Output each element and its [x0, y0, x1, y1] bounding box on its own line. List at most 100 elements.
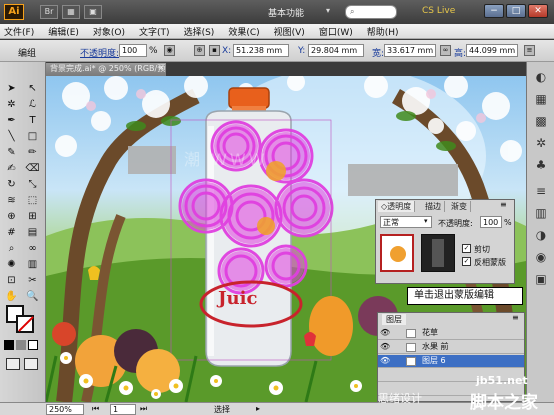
swatches-panel-icon[interactable]: ▩ — [531, 112, 551, 130]
slice-tool-icon[interactable]: ✂ — [24, 274, 41, 288]
scale-tool-icon[interactable]: ⤡ — [24, 178, 41, 192]
restore-button[interactable]: □ — [506, 4, 526, 18]
menu-view[interactable]: 视图(V) — [274, 25, 305, 38]
y-field[interactable]: 29.804 mm — [308, 44, 364, 57]
stroke-swatch[interactable] — [16, 315, 34, 333]
pencil-tool-icon[interactable]: ✏ — [24, 146, 41, 160]
menu-edit[interactable]: 编辑(E) — [48, 25, 79, 38]
layer-name[interactable]: 图层 6 — [422, 355, 446, 367]
eraser-tool-icon[interactable]: ⌫ — [24, 162, 41, 176]
screen-mode-icon[interactable]: ▣ — [84, 5, 102, 19]
mask-thumbnail[interactable] — [421, 234, 455, 272]
minimize-button[interactable]: − — [484, 4, 504, 18]
gradient-panel-icon[interactable]: ▥ — [531, 204, 551, 222]
width-field[interactable]: 33.617 mm — [384, 44, 436, 57]
blend-mode-chevron-icon[interactable]: ▾ — [424, 217, 428, 225]
color-mode-icon[interactable] — [4, 340, 14, 350]
transparency-panel-icon[interactable]: ◑ — [531, 226, 551, 244]
gradient-tool-icon[interactable]: ▤ — [24, 226, 41, 240]
stroke-panel-icon[interactable]: ≡ — [531, 182, 551, 200]
color-guide-icon[interactable]: ▦ — [531, 90, 551, 108]
shape-builder-tool-icon[interactable]: ⊕ — [3, 210, 20, 224]
height-field[interactable]: 44.099 mm — [466, 44, 518, 57]
tab-transparency[interactable]: ◇透明度 — [378, 201, 416, 212]
menu-type[interactable]: 文字(T) — [139, 25, 170, 38]
bridge-icon[interactable]: Br — [40, 5, 58, 19]
visibility-eye-icon[interactable]: 👁 — [380, 327, 390, 339]
more-options-icon[interactable]: ≡ — [524, 45, 535, 56]
column-graph-tool-icon[interactable]: ▥ — [24, 258, 41, 272]
status-arrow-icon[interactable]: ▸ — [256, 404, 260, 413]
menu-select[interactable]: 选择(S) — [184, 25, 215, 38]
transform-icon[interactable]: ⊕ — [194, 45, 205, 56]
zoom-tool-icon[interactable]: 🔍 — [24, 290, 41, 304]
none-mode-icon[interactable] — [28, 340, 38, 350]
cs-live-button[interactable]: CS Live — [422, 6, 455, 16]
mesh-tool-icon[interactable]: # — [3, 226, 20, 240]
symbol-sprayer-tool-icon[interactable]: ✺ — [3, 258, 20, 272]
rectangle-tool-icon[interactable]: □ — [24, 130, 41, 144]
arrange-documents-icon[interactable]: ▦ — [62, 5, 80, 19]
rotate-tool-icon[interactable]: ↻ — [3, 178, 20, 192]
screen-mode-tool-icon[interactable] — [24, 358, 38, 370]
appearance-panel-icon[interactable]: ◉ — [531, 248, 551, 266]
zoom-field[interactable]: 250% — [46, 404, 84, 415]
symbols-panel-icon[interactable]: ♣ — [531, 156, 551, 174]
close-tab-icon[interactable]: × — [158, 63, 165, 72]
blob-brush-tool-icon[interactable]: ✍ — [3, 162, 20, 176]
lasso-tool-icon[interactable]: ℒ — [24, 98, 41, 112]
opacity-field-panel[interactable]: 100 — [480, 216, 502, 228]
visibility-eye-icon[interactable]: 👁 — [380, 341, 390, 353]
layer-row[interactable]: 👁 水果 前 — [378, 341, 524, 354]
panel-menu-icon[interactable]: ≡ — [500, 200, 507, 209]
invert-mask-checkbox[interactable]: ✓ — [462, 257, 471, 266]
eyedropper-tool-icon[interactable]: ⌕ — [3, 242, 20, 256]
artwork-thumbnail[interactable] — [380, 234, 414, 272]
layer-row-selected[interactable]: 👁 图层 6 — [378, 355, 524, 368]
paintbrush-tool-icon[interactable]: ✎ — [3, 146, 20, 160]
blend-tool-icon[interactable]: ∞ — [24, 242, 41, 256]
menu-help[interactable]: 帮助(H) — [367, 25, 399, 38]
draw-mode-icon[interactable] — [6, 358, 20, 370]
visibility-eye-icon[interactable]: 👁 — [380, 355, 390, 367]
type-tool-icon[interactable]: T — [24, 114, 41, 128]
color-panel-icon[interactable]: ◐ — [531, 68, 551, 86]
graphic-styles-icon[interactable]: ▣ — [531, 270, 551, 288]
workspace-switcher[interactable]: 基本功能 — [268, 6, 304, 19]
menu-object[interactable]: 对象(O) — [93, 25, 125, 38]
selection-tool-icon[interactable]: ➤ — [3, 82, 20, 96]
tab-gradient[interactable]: 渐变 — [448, 201, 471, 212]
layer-name[interactable]: 水果 前 — [422, 341, 449, 353]
layers-menu-icon[interactable]: ≡ — [512, 313, 519, 322]
warp-tool-icon[interactable]: ≋ — [3, 194, 20, 208]
reference-point-icon[interactable]: ▪ — [209, 45, 220, 56]
direct-selection-tool-icon[interactable]: ↖ — [24, 82, 41, 96]
search-input[interactable]: ⌕ — [345, 5, 397, 19]
gradient-mode-icon[interactable] — [16, 340, 26, 350]
x-field[interactable]: 51.238 mm — [233, 44, 289, 57]
menu-effect[interactable]: 效果(C) — [228, 25, 259, 38]
document-tab[interactable]: 背景完成.ai* @ 250% (RGB/预览) — [46, 63, 166, 85]
layer-row[interactable]: 👁 花草 — [378, 327, 524, 340]
chevron-down-icon[interactable]: ▾ — [326, 6, 330, 15]
opacity-field[interactable]: 100 — [119, 44, 147, 57]
link-proportions-icon[interactable]: ∞ — [440, 45, 451, 56]
menu-window[interactable]: 窗口(W) — [319, 25, 353, 38]
next-artboard-icon[interactable]: ⏭ — [140, 404, 147, 414]
free-transform-tool-icon[interactable]: ⬚ — [24, 194, 41, 208]
tab-layers[interactable]: 图层 — [382, 314, 406, 325]
style-icon[interactable]: ◉ — [164, 45, 175, 56]
brushes-panel-icon[interactable]: ✲ — [531, 134, 551, 152]
artboard-number-field[interactable]: 1 — [110, 404, 136, 415]
magic-wand-tool-icon[interactable]: ✲ — [3, 98, 20, 112]
perspective-grid-tool-icon[interactable]: ⊞ — [24, 210, 41, 224]
clip-checkbox[interactable]: ✓ — [462, 244, 471, 253]
close-button[interactable]: ✕ — [528, 4, 548, 18]
opacity-label[interactable]: 不透明度: — [80, 46, 119, 59]
tab-stroke[interactable]: 描边 — [422, 201, 445, 212]
first-artboard-icon[interactable]: ⏮ — [92, 404, 99, 414]
hand-tool-icon[interactable]: ✋ — [3, 290, 20, 304]
line-tool-icon[interactable]: ╲ — [3, 130, 20, 144]
menu-file[interactable]: 文件(F) — [4, 25, 34, 38]
layer-name[interactable]: 花草 — [422, 327, 438, 339]
